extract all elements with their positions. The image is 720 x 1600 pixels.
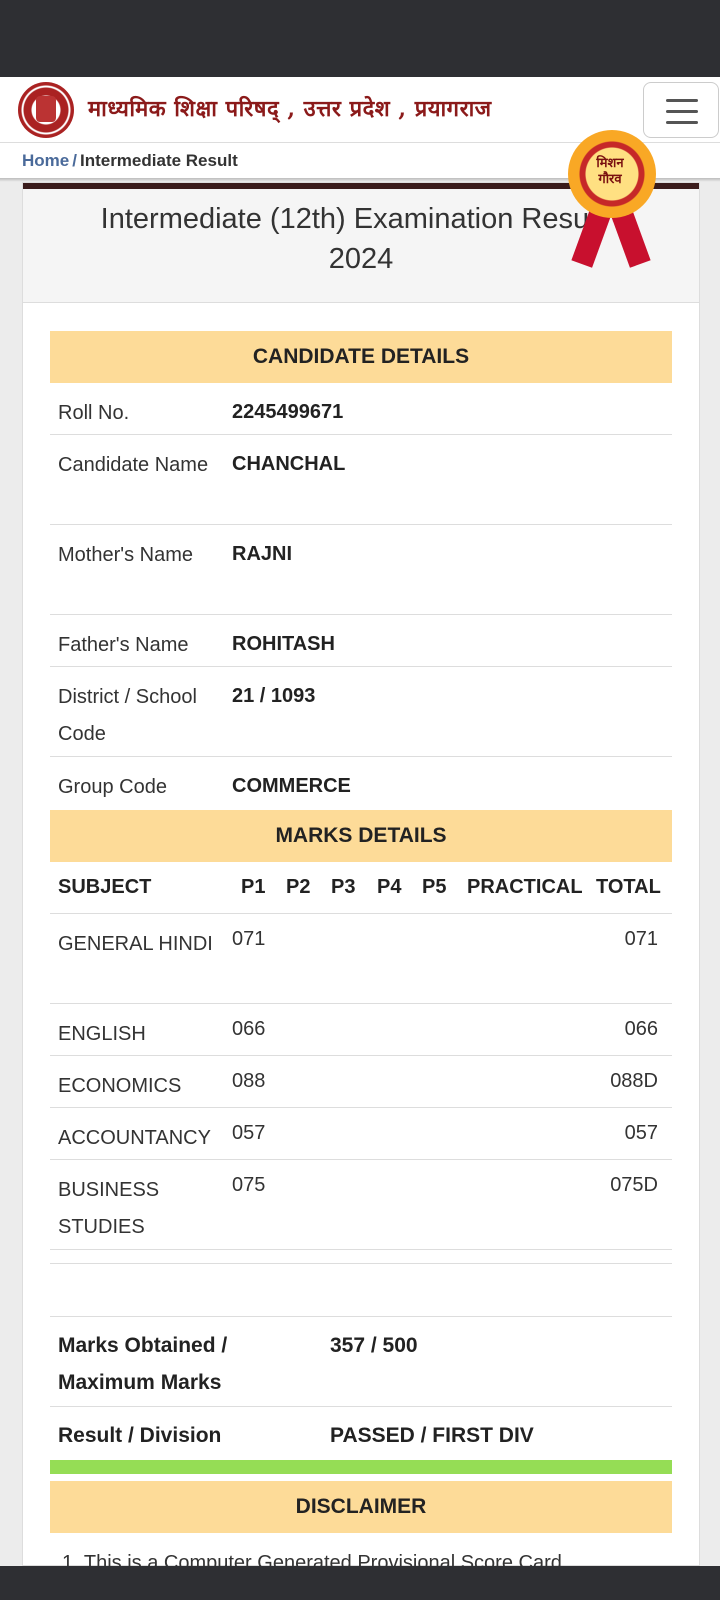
table-spacer-row bbox=[50, 1250, 672, 1264]
badge-line1: मिशन bbox=[596, 156, 624, 171]
marks-obtained-value: 357 / 500 bbox=[330, 1334, 418, 1357]
detail-label: Roll No. bbox=[58, 402, 130, 424]
detail-row-district-school-code: District / School Code 21 / 1093 bbox=[50, 667, 672, 757]
detail-value: 2245499671 bbox=[232, 401, 344, 423]
badge-line2: गौरव bbox=[598, 172, 622, 187]
column-header: P2 bbox=[286, 876, 311, 898]
column-header: P1 bbox=[241, 876, 266, 898]
marks-row: GENERAL HINDI 071 071 bbox=[50, 914, 672, 1004]
total-marks: 066 bbox=[624, 1018, 658, 1040]
marks-row: BUSINESS STUDIES 075 075D bbox=[50, 1160, 672, 1250]
candidate-details-heading: CANDIDATE DETAILS bbox=[50, 331, 672, 383]
p1-marks: 071 bbox=[232, 928, 266, 950]
detail-row-candidate-name: Candidate Name CHANCHAL bbox=[50, 435, 672, 525]
column-header: PRACTICAL bbox=[467, 876, 583, 898]
column-header: P3 bbox=[331, 876, 356, 898]
site-title: माध्यमिक शिक्षा परिषद् , उत्तर प्रदेश , … bbox=[88, 96, 492, 122]
detail-value: 21 / 1093 bbox=[232, 685, 316, 707]
p1-marks: 088 bbox=[232, 1070, 266, 1092]
marks-obtained-label: Marks Obtained / Maximum Marks bbox=[58, 1334, 228, 1394]
breadcrumb-separator: / bbox=[72, 151, 77, 170]
subject-name: BUSINESS STUDIES bbox=[58, 1179, 160, 1238]
detail-value: RAJNI bbox=[232, 543, 293, 565]
subject-name: ACCOUNTANCY bbox=[58, 1127, 211, 1149]
detail-row-roll-no: Roll No. 2245499671 bbox=[50, 383, 672, 435]
table-spacer-row bbox=[50, 1264, 672, 1317]
total-marks: 071 bbox=[624, 928, 658, 950]
marks-details-heading: MARKS DETAILS bbox=[50, 810, 672, 862]
detail-row-fathers-name: Father's Name ROHITASH bbox=[50, 615, 672, 667]
column-header: SUBJECT bbox=[58, 876, 152, 898]
detail-value: COMMERCE bbox=[232, 775, 351, 797]
marks-row: ACCOUNTANCY 057 057 bbox=[50, 1108, 672, 1160]
marks-table-header: SUBJECT P1 P2 P3 P4 P5 PRACTICAL TOTAL bbox=[50, 862, 672, 914]
detail-label: Mother's Name bbox=[58, 544, 193, 566]
p1-marks: 057 bbox=[232, 1122, 266, 1144]
marks-obtained-row: Marks Obtained / Maximum Marks 357 / 500 bbox=[50, 1317, 672, 1407]
pass-status-bar bbox=[50, 1460, 672, 1474]
system-navigation-bar bbox=[0, 1566, 720, 1600]
total-marks: 075D bbox=[610, 1174, 658, 1196]
detail-row-group-code: Group Code COMMERCE bbox=[50, 757, 672, 809]
subject-name: ENGLISH bbox=[58, 1023, 146, 1045]
detail-row-mothers-name: Mother's Name RAJNI bbox=[50, 525, 672, 615]
column-header: TOTAL bbox=[596, 876, 661, 898]
detail-value: CHANCHAL bbox=[232, 453, 346, 475]
marks-row: ENGLISH 066 066 bbox=[50, 1004, 672, 1056]
result-division-label: Result / Division bbox=[58, 1424, 222, 1447]
column-header: P4 bbox=[377, 876, 402, 898]
total-marks: 057 bbox=[624, 1122, 658, 1144]
column-header: P5 bbox=[422, 876, 447, 898]
detail-label: Group Code bbox=[58, 776, 167, 798]
subject-name: ECONOMICS bbox=[58, 1075, 182, 1097]
result-division-row: Result / Division PASSED / FIRST DIV bbox=[50, 1407, 672, 1459]
detail-label: Father's Name bbox=[58, 634, 189, 656]
breadcrumb-home-link[interactable]: Home bbox=[22, 151, 69, 170]
result-division-value: PASSED / FIRST DIV bbox=[330, 1424, 534, 1447]
mission-gaurav-badge-icon: मिशन गौरव bbox=[566, 130, 658, 270]
breadcrumb-current: Intermediate Result bbox=[79, 151, 238, 170]
board-logo-icon bbox=[18, 82, 74, 138]
p1-marks: 075 bbox=[232, 1174, 266, 1196]
hamburger-icon bbox=[666, 99, 698, 102]
detail-label: District / School Code bbox=[58, 686, 197, 745]
total-marks: 088D bbox=[610, 1070, 658, 1092]
status-bar bbox=[0, 0, 720, 77]
detail-label: Candidate Name bbox=[58, 454, 209, 476]
detail-value: ROHITASH bbox=[232, 633, 335, 655]
p1-marks: 066 bbox=[232, 1018, 266, 1040]
disclaimer-heading: DISCLAIMER bbox=[50, 1481, 672, 1533]
marks-row: ECONOMICS 088 088D bbox=[50, 1056, 672, 1108]
subject-name: GENERAL HINDI bbox=[58, 933, 213, 955]
